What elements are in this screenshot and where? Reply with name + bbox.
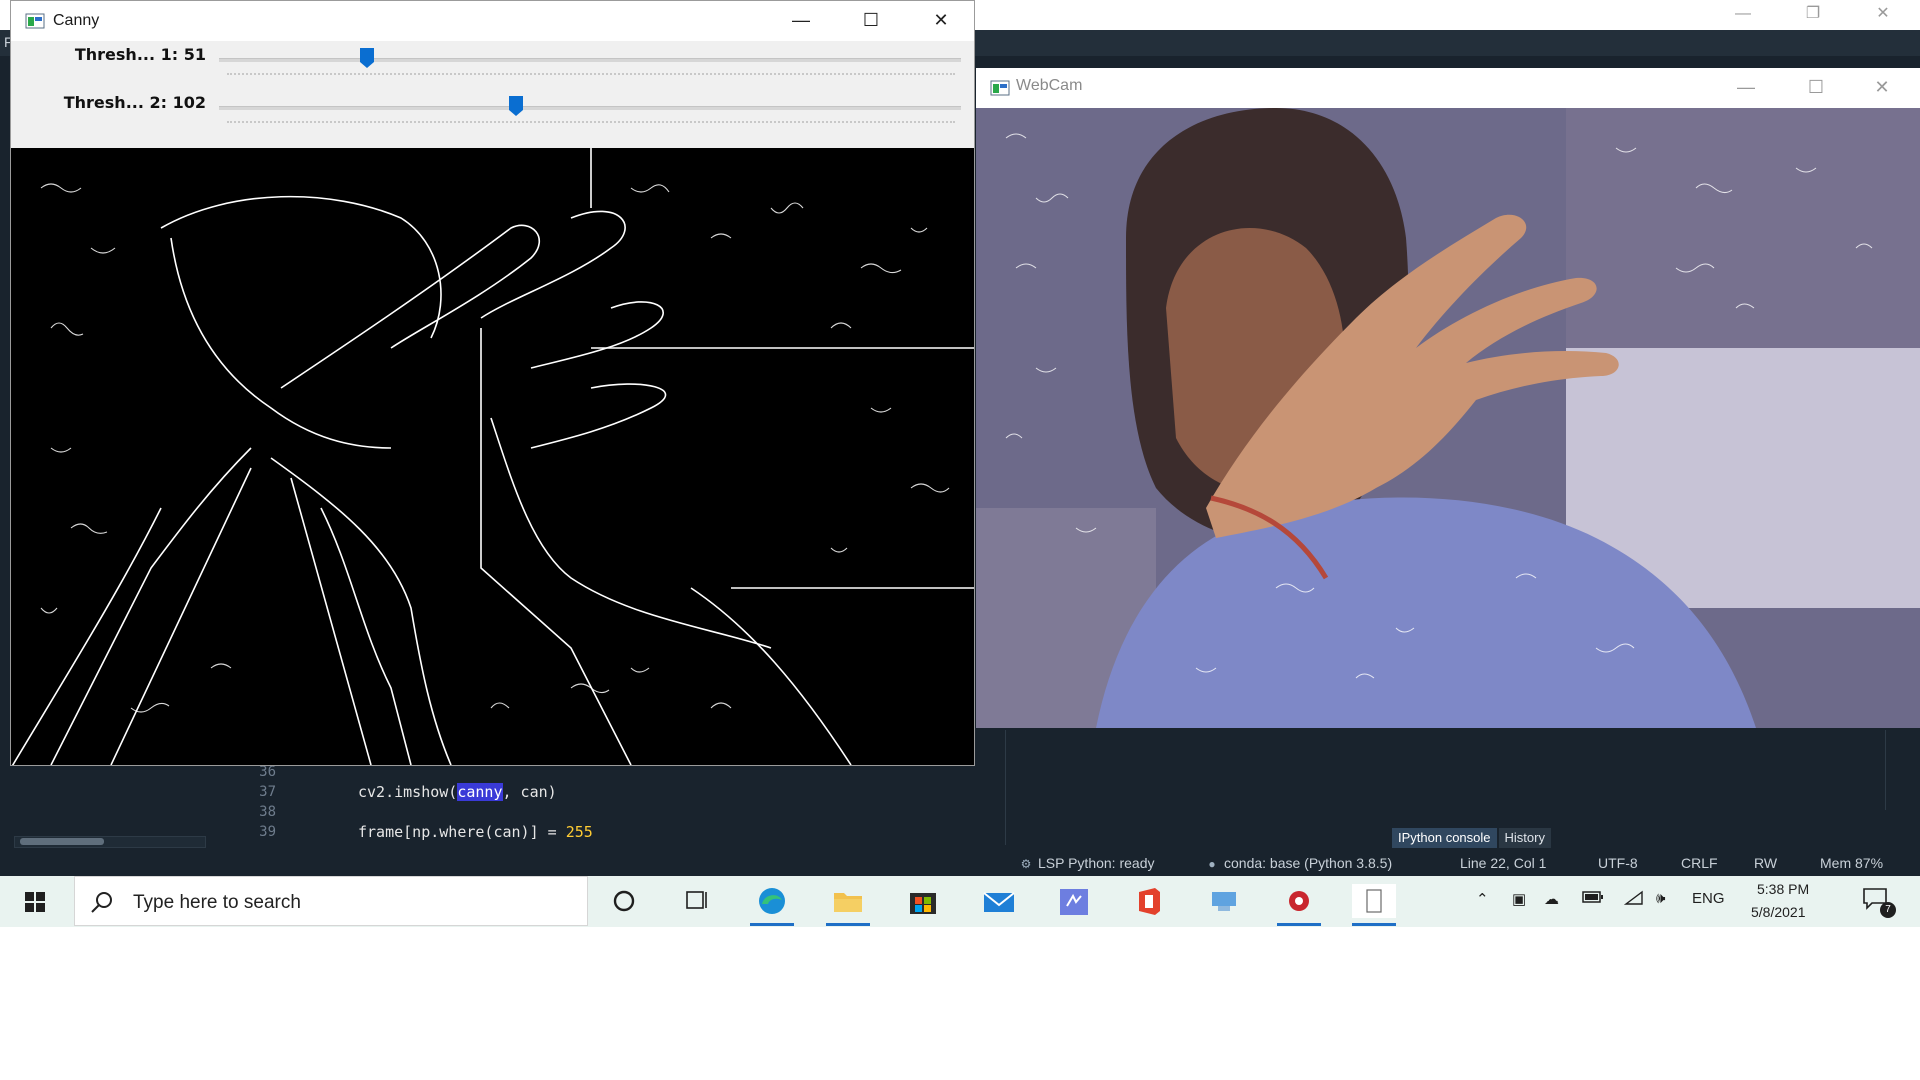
onedrive-icon[interactable]: ☁ — [1544, 890, 1559, 908]
edge-icon[interactable] — [750, 884, 794, 926]
maximize-button[interactable]: ☐ — [1786, 68, 1846, 108]
network-app-icon[interactable] — [1202, 884, 1246, 918]
edge-map — [10, 148, 974, 769]
status-memory: Mem 87% — [1820, 855, 1884, 871]
status-eol: CRLF — [1681, 855, 1718, 871]
trackbar-label: Thresh... 1: 51 — [74, 45, 206, 64]
code-line-39[interactable]: frame[np.where(can)] = 255 — [358, 823, 593, 841]
notification-count-badge: 7 — [1880, 902, 1896, 918]
wifi-icon[interactable] — [1623, 890, 1644, 910]
clock-time[interactable]: 5:38 PM — [1757, 881, 1809, 897]
battery-icon[interactable] — [1582, 890, 1604, 908]
code-highlight: canny — [457, 783, 503, 801]
minimize-button[interactable]: — — [1716, 68, 1776, 108]
window-title: WebCam — [1016, 77, 1083, 94]
language-indicator[interactable]: ENG — [1692, 890, 1725, 907]
canny-titlebar[interactable]: Canny — ☐ ✕ — [11, 1, 974, 41]
trackbar-thumb[interactable] — [508, 95, 524, 117]
window-app-icon — [990, 80, 1010, 96]
line-number: 36 — [259, 764, 276, 780]
console-tab-bar: IPython console History — [1392, 828, 1553, 848]
line-number: 38 — [259, 804, 276, 820]
code-number: 255 — [565, 823, 593, 841]
file-explorer-icon[interactable] — [826, 884, 870, 926]
spyder-restore-button[interactable]: ❐ — [1790, 0, 1836, 30]
spyder-close-button[interactable]: ✕ — [1860, 0, 1906, 30]
status-lsp-text: LSP Python: ready — [1038, 855, 1155, 871]
trackbar-ticks — [227, 73, 955, 79]
conda-icon: ● — [1208, 857, 1216, 871]
trackbar-threshold-2: Thresh... 2: 102 — [11, 91, 976, 139]
task-view-icon[interactable] — [675, 884, 719, 918]
lsp-icon: ⚙ — [1020, 857, 1032, 871]
window-app-icon — [25, 13, 45, 29]
code-text: cv2.imshow( — [358, 783, 458, 801]
webcam-frame — [976, 108, 1920, 728]
active-indicator — [750, 923, 794, 926]
code-line-37[interactable]: cv2.imshow(canny, can) — [358, 783, 557, 801]
clock-date[interactable]: 5/8/2021 — [1751, 904, 1806, 920]
window-title: Canny — [53, 12, 100, 29]
active-indicator — [1352, 923, 1396, 926]
trackbar-track[interactable] — [219, 58, 961, 62]
close-button[interactable]: ✕ — [911, 1, 971, 41]
editor-vertical-scrollbar[interactable] — [1005, 730, 1021, 845]
webcam-titlebar[interactable]: WebCam — ☐ ✕ — [976, 68, 1920, 108]
trackbar-track[interactable] — [219, 106, 961, 110]
line-number: 37 — [259, 784, 276, 800]
canny-window: Canny — ☐ ✕ Thresh... 1: 51 Thresh... 2:… — [10, 0, 976, 769]
taskbar: Type here to search ⌃ ▣ ☁ 🕪 ENG 5:38 PM … — [0, 876, 1920, 927]
notepad-icon[interactable] — [1352, 884, 1396, 926]
active-indicator — [1277, 923, 1321, 926]
trackbar-thumb[interactable] — [359, 47, 375, 69]
scrollbar-thumb[interactable] — [20, 838, 104, 845]
chevron-up-icon[interactable]: ⌃ — [1476, 890, 1489, 908]
code-text: , can) — [502, 783, 557, 801]
meet-now-icon[interactable]: ▣ — [1512, 890, 1526, 908]
recorder-icon[interactable] — [1277, 884, 1321, 926]
close-button[interactable]: ✕ — [1852, 68, 1912, 108]
webcam-window: WebCam — ☐ ✕ — [976, 68, 1920, 728]
store-icon[interactable] — [901, 884, 945, 918]
active-indicator — [826, 923, 870, 926]
status-conda: ● conda: base (Python 3.8.5) — [1206, 855, 1392, 871]
status-bar: ⚙ LSP Python: ready ● conda: base (Python … — [0, 850, 1920, 876]
office-icon[interactable] — [1127, 884, 1171, 918]
status-cursor-position: Line 22, Col 1 — [1460, 855, 1547, 871]
tab-ipython-console[interactable]: IPython console — [1392, 828, 1497, 848]
cortana-icon[interactable] — [602, 884, 646, 918]
line-number: 39 — [259, 824, 276, 840]
status-encoding: UTF-8 — [1598, 855, 1638, 871]
spyder-minimize-button[interactable]: — — [1720, 0, 1766, 30]
mail-icon[interactable] — [977, 884, 1021, 918]
canny-edge-image — [10, 148, 974, 769]
console-vertical-scrollbar[interactable] — [1885, 730, 1901, 810]
minimize-button[interactable]: — — [771, 1, 831, 41]
code-editor[interactable]: 36 37 38 39 cv2.imshow(canny, can) frame… — [220, 762, 1020, 848]
taskbar-search-box[interactable]: Type here to search — [74, 876, 588, 926]
search-placeholder: Type here to search — [133, 892, 301, 913]
maximize-button[interactable]: ☐ — [841, 1, 901, 41]
trackbar-label: Thresh... 2: 102 — [63, 93, 206, 112]
search-icon — [91, 892, 112, 913]
status-conda-text: conda: base (Python 3.8.5) — [1224, 855, 1393, 871]
visual-studio-icon[interactable] — [1052, 884, 1096, 918]
tab-history[interactable]: History — [1498, 828, 1551, 848]
webcam-scene — [976, 108, 1920, 728]
volume-icon[interactable]: 🕪 — [1656, 890, 1665, 907]
windows-icon — [25, 892, 45, 912]
status-permissions: RW — [1754, 855, 1778, 871]
code-text: frame[np.where(can)] = — [358, 823, 566, 841]
trackbar-ticks — [227, 121, 955, 127]
status-lsp: ⚙ LSP Python: ready — [1020, 855, 1155, 871]
start-button[interactable] — [0, 876, 70, 927]
trackbar-threshold-1: Thresh... 1: 51 — [11, 43, 976, 91]
